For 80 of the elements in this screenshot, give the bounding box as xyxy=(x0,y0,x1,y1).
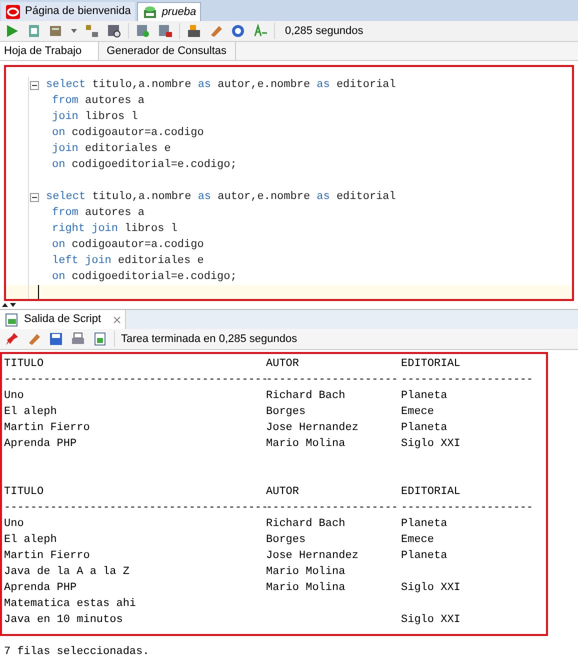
code-line: select titulo,a.nombre as autor,e.nombre as editorial xyxy=(46,78,396,93)
code-line: on codigoautor=a.codigo xyxy=(52,238,204,253)
refresh-icon[interactable] xyxy=(135,23,151,39)
table-cell: Jose Hernandez xyxy=(266,422,358,434)
code-line: join editoriales e xyxy=(52,142,171,157)
close-icon[interactable] xyxy=(113,316,122,324)
table-cell: Planeta xyxy=(401,390,448,402)
column-header: EDITORIAL xyxy=(401,358,460,370)
worksheet-tab[interactable]: Hoja de Trabajo xyxy=(0,42,99,60)
worksheet-tab[interactable]: Generador de Consultas xyxy=(98,42,236,60)
output-tab[interactable]: Salida de Script xyxy=(0,310,126,329)
print-icon[interactable] xyxy=(70,331,86,347)
caret-icon[interactable] xyxy=(70,27,78,35)
code-line: on codigoautor=a.codigo xyxy=(52,126,204,141)
task-status: Tarea terminada en 0,285 segundos xyxy=(121,332,298,347)
table-cell: Java de la A a la Z xyxy=(4,566,130,578)
table-cell: Planeta xyxy=(401,518,448,530)
table-cell: Emece xyxy=(401,534,434,546)
table-cell: Siglo XXI xyxy=(401,614,460,626)
table-cell: Borges xyxy=(266,534,306,546)
script-icon xyxy=(4,312,20,328)
table-cell: Richard Bach xyxy=(266,518,346,530)
rollback-icon[interactable] xyxy=(157,23,173,39)
table-cell: Mario Molina xyxy=(266,438,346,450)
separator-line: -------------------- xyxy=(401,374,534,386)
table-cell: Uno xyxy=(4,518,24,530)
table-cell: Planeta xyxy=(401,422,448,434)
table-cell: El aleph xyxy=(4,406,57,418)
table-cell: Uno xyxy=(4,390,24,402)
code-line: select titulo,a.nombre as autor,e.nombre as editorial xyxy=(46,190,396,205)
table-cell: Aprenda PHP xyxy=(4,438,77,450)
code-line: on codigoeditorial=e.codigo; xyxy=(52,158,237,173)
eraser-icon[interactable] xyxy=(26,331,42,347)
separator-line: -------------------- xyxy=(266,374,398,386)
code-line: join libros l xyxy=(52,110,138,125)
table-cell: Jose Hernandez xyxy=(266,550,358,562)
eraser-icon[interactable] xyxy=(208,23,224,39)
code-line: from autores a xyxy=(52,206,144,221)
save-icon[interactable] xyxy=(48,331,64,347)
document-tab[interactable]: Página de bienvenida xyxy=(1,2,135,21)
separator-line: -------------------- xyxy=(266,502,398,514)
table-cell: Emece xyxy=(401,406,434,418)
logo-icon xyxy=(5,4,21,20)
column-header: TITULO xyxy=(4,486,44,498)
table-cell: Martin Fierro xyxy=(4,422,90,434)
code-line: left join editoriales e xyxy=(52,254,204,269)
separator-line: ---------------------------------------- xyxy=(4,374,268,386)
table-cell: El aleph xyxy=(4,534,57,546)
separator-line: ---------------------------------------- xyxy=(4,502,268,514)
text-cursor xyxy=(38,285,39,299)
column-header: TITULO xyxy=(4,358,44,370)
fold-icon[interactable] xyxy=(30,80,39,90)
table-cell: Mario Molina xyxy=(266,582,346,594)
execution-time: 0,285 segundos xyxy=(285,24,364,39)
table-cell: Java en 10 minutos xyxy=(4,614,123,626)
table-cell: Siglo XXI xyxy=(401,438,460,450)
code-line: on codigoeditorial=e.codigo; xyxy=(52,270,237,285)
table-cell: Richard Bach xyxy=(266,390,346,402)
table-cell: Planeta xyxy=(401,550,448,562)
result-summary: 7 filas seleccionadas. xyxy=(4,646,150,658)
separator-line: -------------------- xyxy=(401,502,534,514)
pin-icon[interactable] xyxy=(4,331,20,347)
table-cell: Mario Molina xyxy=(266,566,346,578)
table-cell: Martin Fierro xyxy=(4,550,90,562)
column-header: AUTOR xyxy=(266,358,300,370)
column-header: EDITORIAL xyxy=(401,486,460,498)
column-header: AUTOR xyxy=(266,486,300,498)
run-icon[interactable] xyxy=(4,23,20,39)
table-cell: Matematica estas ahi xyxy=(4,598,136,610)
code-line: right join libros l xyxy=(52,222,178,237)
format-icon[interactable] xyxy=(252,23,268,39)
fold-icon[interactable] xyxy=(30,192,39,202)
code-line: from autores a xyxy=(52,94,144,109)
table-cell: Siglo XXI xyxy=(401,582,460,594)
document-icon[interactable] xyxy=(26,23,42,39)
database-icon xyxy=(142,4,158,20)
table-cell: Borges xyxy=(266,406,306,418)
table-cell: Aprenda PHP xyxy=(4,582,77,594)
document-tab[interactable]: prueba xyxy=(136,2,202,21)
code-editor[interactable] xyxy=(4,65,574,301)
